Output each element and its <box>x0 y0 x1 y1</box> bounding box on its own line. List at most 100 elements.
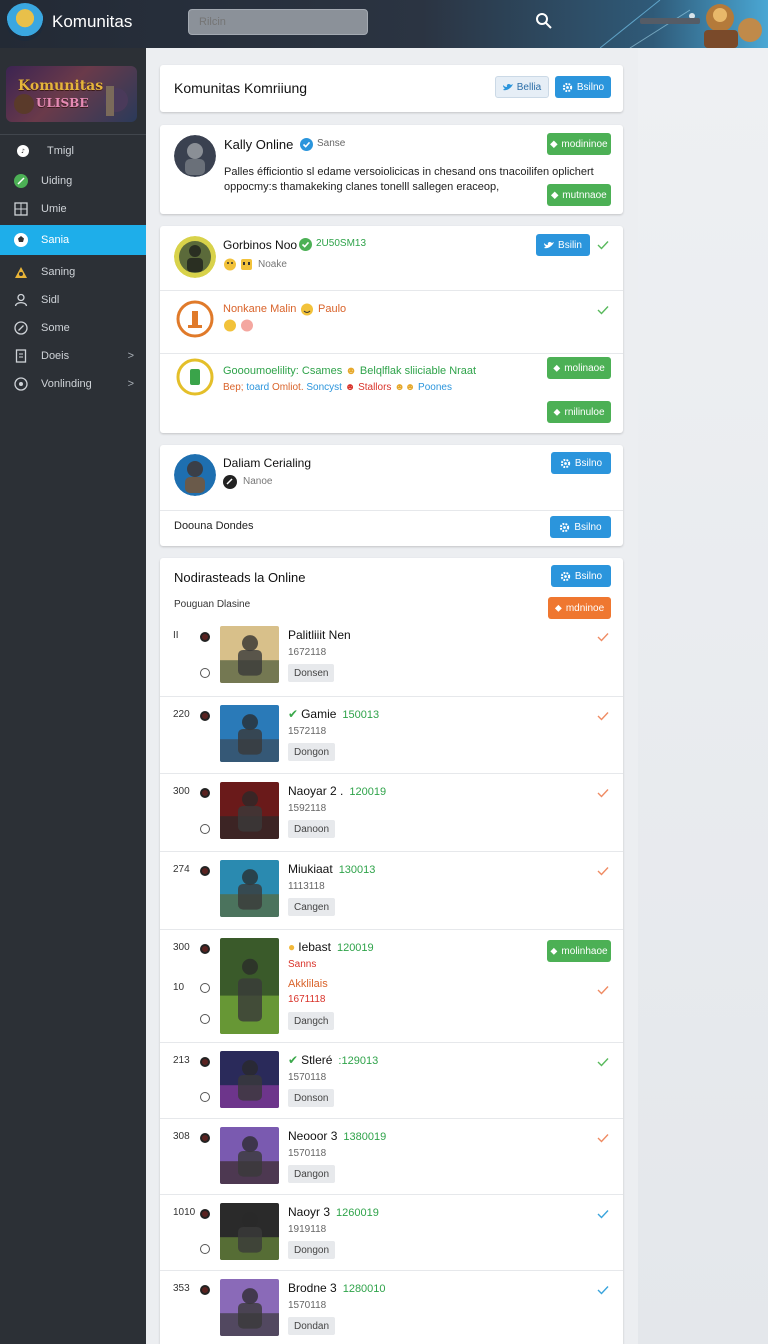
user-avatar[interactable] <box>174 135 216 177</box>
table-row[interactable]: 308 Neooor 3 1380019 1570118 Dangon <box>160 1118 623 1194</box>
sidebar-item-some[interactable]: Some <box>0 313 146 343</box>
row-tag[interactable]: Donson <box>288 1089 335 1107</box>
check-icon[interactable] <box>597 305 609 315</box>
brand-avatar[interactable] <box>6 3 44 41</box>
game-thumbnail[interactable] <box>220 860 279 917</box>
check-icon[interactable] <box>597 632 609 642</box>
row-name[interactable]: ✔ Gamie 150013 <box>288 707 379 721</box>
line-part: Goooumoelility: Csames <box>223 365 343 377</box>
row-tag[interactable]: Dongon <box>288 1241 336 1259</box>
sidebar-banner[interactable]: Komunitas ULISBE <box>6 66 137 122</box>
sidebar-item-umie[interactable]: Umie <box>0 194 146 224</box>
row-action-button[interactable]: ⬥ molinhaoe <box>547 940 611 962</box>
check-icon[interactable] <box>597 788 609 798</box>
refresh-icon[interactable] <box>200 824 210 834</box>
table-row[interactable]: 213 ✔ Stleré:129013 1570118 Donson <box>160 1042 623 1118</box>
table-row[interactable]: 274 Miukiaat 130013 1113118 Cangen <box>160 851 623 929</box>
activity-avatar[interactable] <box>174 236 216 278</box>
row-tag[interactable]: Dondan <box>288 1317 336 1335</box>
sidebar-item-sidl[interactable]: Sidl <box>0 285 146 315</box>
post-username[interactable]: Kally Online <box>224 137 293 152</box>
table-row[interactable]: 353 Brodne 3 1280010 1570118 Dondan <box>160 1270 623 1344</box>
row-name[interactable]: Brodne 3 1280010 <box>288 1281 386 1295</box>
profile-button-top[interactable]: Bsilno <box>551 452 611 474</box>
refresh-icon[interactable] <box>200 1244 210 1254</box>
sidebar-item-vonlinding[interactable]: Vonlinding > <box>0 369 146 399</box>
check-icon[interactable] <box>597 240 609 250</box>
row-name-text: Naoyar 2 . <box>288 784 344 798</box>
check-icon[interactable] <box>597 1285 609 1295</box>
row-tag[interactable]: Dongon <box>288 743 336 761</box>
activity-action-button-1[interactable]: ⬥ molinaoe <box>547 357 611 379</box>
user-icon <box>13 292 29 308</box>
row-name[interactable]: Naoyr 3 1260019 <box>288 1205 379 1219</box>
leaderboard-orange-button[interactable]: ⬥ mdninoe <box>548 597 611 619</box>
sidebar-item-label: Uiding <box>41 175 73 187</box>
row-name[interactable]: Neooor 3 1380019 <box>288 1129 386 1143</box>
game-thumbnail[interactable] <box>220 705 279 762</box>
table-row[interactable]: 1010 Naoyr 3 1260019 1919118 Dongon <box>160 1194 623 1270</box>
sidebar-item-uiding[interactable]: Uiding <box>0 166 146 196</box>
compass-icon <box>13 320 29 336</box>
search-input[interactable] <box>188 9 368 35</box>
game-thumbnail[interactable] <box>220 626 279 683</box>
game-thumbnail[interactable] <box>220 1279 279 1336</box>
leaf-icon <box>13 173 29 189</box>
table-row[interactable]: 220 ✔ Gamie 150013 1572118 Dongon <box>160 696 623 773</box>
sidebar-item-sania[interactable]: Sania <box>0 225 146 255</box>
row-name[interactable]: ✔ Stleré:129013 <box>288 1053 378 1067</box>
button-label: rnilinuloe <box>564 406 605 418</box>
row-rank: 1010 <box>173 1207 196 1218</box>
sidebar-item-doeis[interactable]: Doeis > <box>0 341 146 371</box>
row-name[interactable]: Miukiaat 130013 <box>288 862 375 876</box>
game-thumbnail[interactable] <box>220 782 279 839</box>
game-thumbnail[interactable] <box>220 1203 279 1260</box>
row-tag[interactable]: Donsen <box>288 664 335 682</box>
check-icon[interactable] <box>597 1209 609 1219</box>
check-icon[interactable] <box>597 1057 609 1067</box>
bird-icon <box>502 83 513 90</box>
row-name[interactable]: Naoyar 2 . 120019 <box>288 784 386 798</box>
emoji-icon: ☻ <box>345 365 357 377</box>
row-tag[interactable]: Dangch <box>288 1012 335 1030</box>
row-tag[interactable]: Cangen <box>288 898 336 916</box>
button-label: Bellia <box>516 81 542 93</box>
post-action-button-1[interactable]: ⬥ modininoe <box>547 133 611 155</box>
activity-name-2[interactable]: Nonkane Malin <box>223 303 296 315</box>
profile-name[interactable]: Daliam Cerialing <box>223 456 311 470</box>
pin-icon: ⬥ <box>554 602 562 614</box>
button-label: mdninoe <box>565 602 605 614</box>
header-secondary-button[interactable]: Bellia <box>495 76 549 98</box>
check-icon[interactable] <box>597 711 609 721</box>
activity-action-button-2[interactable]: ⬥ rnilinuloe <box>547 401 611 423</box>
button-label: Bsilno <box>574 521 602 533</box>
check-icon[interactable] <box>597 866 609 876</box>
refresh-icon[interactable] <box>200 1092 210 1102</box>
profile-button-bottom[interactable]: Bsilno <box>550 516 611 538</box>
row-score: 130013 <box>338 864 376 876</box>
table-row[interactable]: 300 10 ● Iebast 120019 Sanns Akklilais 1671118 D… <box>160 929 623 1042</box>
activity-bird-button[interactable]: Bsilin <box>536 234 590 256</box>
search-icon[interactable] <box>535 12 553 30</box>
row-name[interactable]: ● Iebast 120019 <box>288 940 374 954</box>
check-icon[interactable] <box>597 1133 609 1143</box>
leaderboard-blue-button[interactable]: Bsilno <box>551 565 611 587</box>
header-primary-button[interactable]: Bsilno <box>555 76 611 98</box>
refresh-icon[interactable] <box>200 1014 210 1024</box>
profile-avatar[interactable] <box>174 454 216 496</box>
activity-name[interactable]: Gorbinos Noo <box>223 238 297 252</box>
game-thumbnail[interactable] <box>220 938 279 1034</box>
row-name[interactable]: Palitliiit Nen <box>288 628 351 642</box>
emoji-icons <box>224 319 253 332</box>
table-row[interactable]: 300 Naoyar 2 . 120019 1592118 Danoon <box>160 773 623 851</box>
table-row[interactable]: II Palitliiit Nen 1672118 Donsen <box>160 618 623 696</box>
sidebar-item-saning[interactable]: Saning <box>0 257 146 287</box>
row-tag[interactable]: Danoon <box>288 820 336 838</box>
sidebar-item-tmigl[interactable]: ♪ Tmigl <box>0 136 146 166</box>
game-thumbnail[interactable] <box>220 1127 279 1184</box>
refresh-icon[interactable] <box>200 668 210 678</box>
row-tag[interactable]: Dangon <box>288 1165 336 1183</box>
game-thumbnail[interactable] <box>220 1051 279 1108</box>
check-icon[interactable] <box>597 985 609 995</box>
post-action-button-2[interactable]: ⬥ mutnnaoe <box>547 184 611 206</box>
